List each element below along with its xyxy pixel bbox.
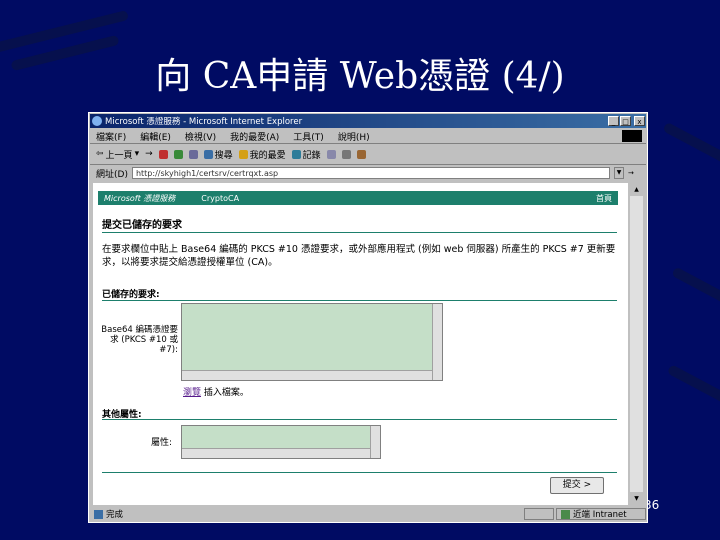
status-text: 完成: [106, 510, 124, 520]
menu-edit[interactable]: 編輯(E): [140, 130, 171, 143]
internet-explorer-icon: [92, 116, 102, 126]
browse-line: 瀏覽 插入檔案。: [183, 385, 249, 398]
refresh-button[interactable]: [173, 149, 183, 159]
home-link[interactable]: 首頁: [596, 193, 618, 204]
heading-divider: [102, 232, 617, 233]
forward-button[interactable]: →: [145, 149, 153, 159]
favorites-button[interactable]: 我的最愛: [238, 148, 286, 161]
minimize-button[interactable]: _: [608, 116, 619, 126]
status-left: 完成: [90, 508, 524, 520]
saved-request-heading: 已儲存的要求:: [102, 290, 160, 300]
section-divider: [102, 419, 617, 420]
submit-button[interactable]: 提交 >: [550, 477, 604, 494]
page-done-icon: [94, 509, 103, 519]
window-title: Microsoft 憑證服務 - Microsoft Internet Expl…: [105, 117, 303, 127]
close-button[interactable]: x: [634, 116, 645, 126]
go-button[interactable]: →: [628, 167, 642, 179]
menu-bar: 檔案(F) 編輯(E) 檢視(V) 我的最愛(A) 工具(T) 說明(H): [90, 129, 646, 144]
menu-help[interactable]: 說明(H): [338, 130, 370, 143]
section-divider: [102, 300, 617, 301]
print-icon: [341, 149, 351, 159]
address-label: 網址(D): [96, 169, 128, 180]
toolbar: ⇦ 上一頁 ▾ → 搜尋 我的最愛 記錄: [90, 144, 646, 165]
address-bar: 網址(D) http://skyhigh1/certsrv/certrqxt.a…: [90, 165, 646, 181]
favorites-label: 我的最愛: [249, 150, 286, 161]
menu-favorites[interactable]: 我的最愛(A): [230, 130, 279, 143]
stop-button[interactable]: [158, 149, 168, 159]
address-input[interactable]: http://skyhigh1/certsrv/certrqxt.asp: [131, 167, 610, 179]
page-content: Microsoft 憑證服務 CryptoCA 首頁 提交已儲存的要求 在要求欄…: [93, 183, 628, 505]
service-name: Microsoft 憑證服務: [104, 193, 176, 203]
status-segment: [524, 508, 554, 520]
address-dropdown-icon[interactable]: ▼: [614, 167, 624, 179]
page-heading: 提交已儲存的要求: [102, 220, 182, 231]
decorative-streak: [662, 121, 720, 169]
menu-file[interactable]: 檔案(F): [96, 130, 126, 143]
menu-tools[interactable]: 工具(T): [293, 130, 324, 143]
scroll-down-icon[interactable]: ▼: [630, 492, 643, 505]
menu-view[interactable]: 檢視(V): [185, 130, 216, 143]
print-button[interactable]: [341, 149, 351, 159]
request-field-label: Base64 編碼憑證要求 (PKCS #10 或 #7):: [101, 325, 178, 355]
history-button[interactable]: 記錄: [291, 148, 321, 161]
mail-button[interactable]: [326, 149, 336, 159]
edit-icon: [356, 149, 366, 159]
browse-suffix: 插入檔案。: [203, 388, 249, 398]
refresh-icon: [173, 149, 183, 159]
history-icon: [291, 149, 301, 159]
decorative-streak: [671, 266, 720, 304]
service-banner: Microsoft 憑證服務 CryptoCA 首頁: [98, 191, 618, 205]
request-textarea[interactable]: [181, 303, 443, 381]
forward-arrow-icon: →: [145, 149, 153, 159]
back-arrow-icon: ⇦: [96, 149, 104, 159]
windows-logo-icon: [622, 130, 642, 142]
browse-link[interactable]: 瀏覽: [183, 388, 201, 398]
maximize-button[interactable]: □: [620, 116, 631, 126]
intranet-zone-icon: [561, 509, 570, 519]
textarea-vertical-scrollbar[interactable]: [370, 426, 380, 458]
stop-icon: [158, 149, 168, 159]
textarea-horizontal-scrollbar[interactable]: [182, 370, 432, 380]
search-label: 搜尋: [214, 150, 233, 161]
search-button[interactable]: 搜尋: [203, 148, 233, 161]
mail-icon: [326, 149, 336, 159]
scroll-up-icon[interactable]: ▲: [630, 183, 643, 196]
zone-text: 近端 Intranet: [573, 510, 627, 520]
favorites-icon: [238, 149, 248, 159]
slide-title: 向 CA申請 Web憑證 (4/): [155, 56, 565, 97]
attributes-label: 屬性:: [151, 438, 173, 448]
security-zone: 近端 Intranet: [556, 508, 646, 520]
back-label: 上一頁: [105, 150, 133, 161]
decorative-streak: [666, 364, 720, 406]
search-icon: [203, 149, 213, 159]
edit-button[interactable]: [356, 149, 366, 159]
page-vertical-scrollbar[interactable]: ▲ ▼: [629, 183, 643, 505]
home-button[interactable]: [188, 149, 198, 159]
home-icon: [188, 149, 198, 159]
chevron-down-icon: ▾: [134, 149, 140, 159]
ca-name: CryptoCA: [201, 193, 240, 203]
history-label: 記錄: [302, 150, 321, 161]
status-bar: 完成 近端 Intranet: [90, 507, 646, 521]
back-button[interactable]: ⇦ 上一頁 ▾: [96, 148, 139, 161]
textarea-vertical-scrollbar[interactable]: [432, 304, 442, 380]
footer-divider: [102, 472, 617, 473]
textarea-horizontal-scrollbar[interactable]: [182, 448, 370, 458]
window-titlebar[interactable]: Microsoft 憑證服務 - Microsoft Internet Expl…: [90, 114, 646, 128]
attributes-textarea[interactable]: [181, 425, 381, 459]
browser-window: Microsoft 憑證服務 - Microsoft Internet Expl…: [88, 112, 648, 523]
instructions-text: 在要求欄位中貼上 Base64 編碼的 PKCS #10 憑證要求，或外部應用程…: [102, 244, 616, 268]
